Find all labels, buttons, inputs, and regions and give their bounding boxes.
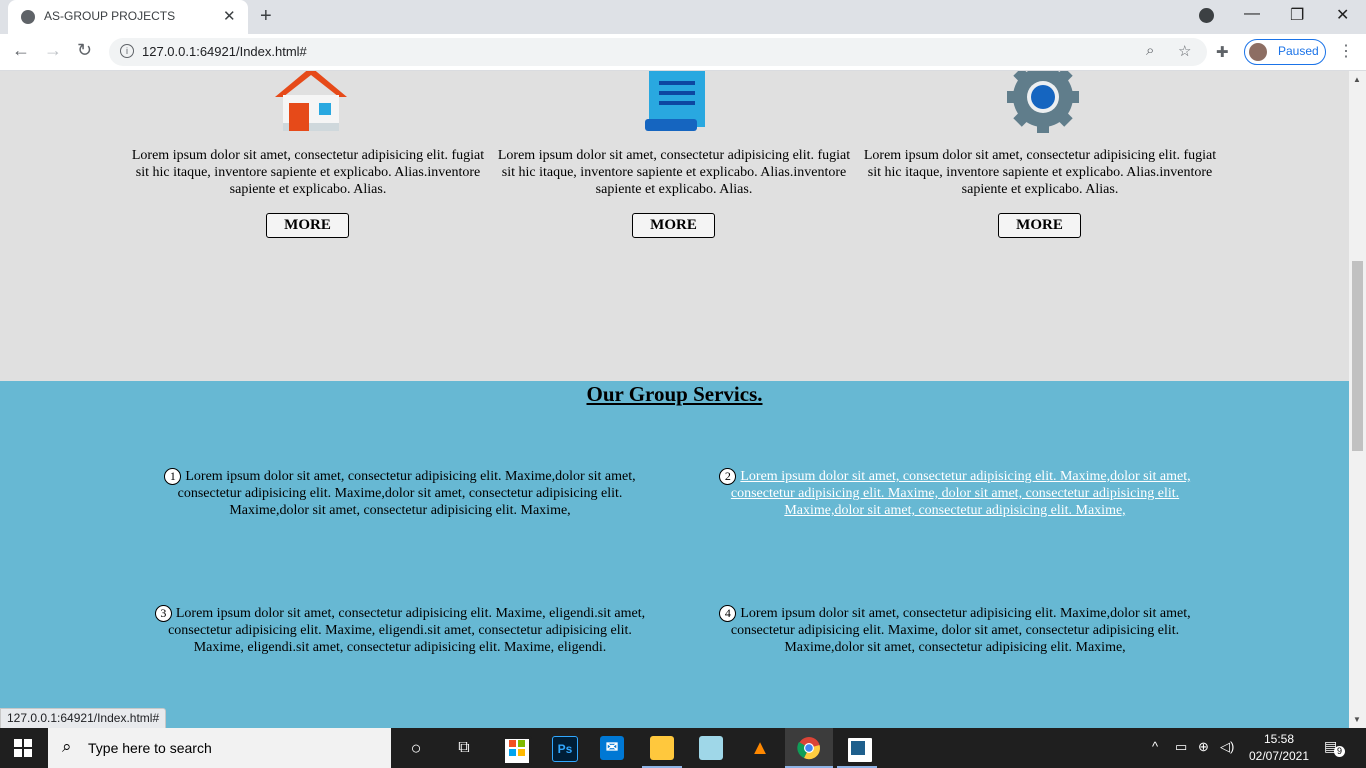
- page-viewport: Lorem ipsum dolor sit amet, consectetur …: [0, 71, 1349, 728]
- scroll-up-icon[interactable]: ▲: [1353, 75, 1361, 84]
- volume-icon[interactable]: ◁): [1220, 739, 1234, 755]
- clock[interactable]: 15:58 02/07/2021: [1246, 731, 1312, 765]
- task-view-icon[interactable]: ⧉: [452, 736, 476, 760]
- avatar: [1249, 43, 1267, 61]
- service-text: Lorem ipsum dolor sit amet, consectetur …: [168, 606, 646, 655]
- browser-titlebar: AS-GROUP PROJECTS ✕ + — ❐ ✕: [0, 0, 1366, 34]
- service-number: 3: [154, 605, 172, 622]
- minimize-icon[interactable]: —: [1244, 5, 1260, 23]
- service-number: 4: [719, 605, 737, 622]
- url-text[interactable]: 127.0.0.1:64921/Index.html#: [142, 44, 307, 59]
- browser-toolbar: ← → ↻ i 127.0.0.1:64921/Index.html# ⌕ ☆ …: [0, 34, 1366, 71]
- scrollbar-thumb[interactable]: [1352, 261, 1363, 451]
- more-button[interactable]: MORE: [632, 213, 715, 238]
- photoshop-icon[interactable]: Ps: [552, 736, 578, 762]
- windows-start-icon[interactable]: [14, 739, 32, 757]
- battery-icon[interactable]: ▭: [1175, 739, 1187, 755]
- taskbar-search[interactable]: ⌕ Type here to search: [48, 728, 391, 768]
- new-tab-icon[interactable]: +: [260, 5, 272, 28]
- back-icon[interactable]: ←: [12, 40, 30, 61]
- search-placeholder: Type here to search: [88, 740, 212, 756]
- menu-icon[interactable]: ⋮: [1338, 41, 1354, 61]
- chrome-icon[interactable]: [797, 736, 821, 760]
- notifications-icon[interactable]: ▤ 9: [1324, 738, 1345, 757]
- notification-count: 9: [1334, 746, 1345, 757]
- store-icon[interactable]: [502, 736, 532, 766]
- gear-icon: [1007, 71, 1079, 133]
- feature-text: Lorem ipsum dolor sit amet, consectetur …: [863, 148, 1217, 197]
- link-status-bar: 127.0.0.1:64921/Index.html#: [0, 708, 167, 730]
- clock-date: 02/07/2021: [1248, 749, 1310, 763]
- reload-icon[interactable]: ↻: [77, 40, 92, 61]
- services-title: Our Group Servics.: [586, 382, 763, 406]
- feature-text: Lorem ipsum dolor sit amet, consectetur …: [131, 148, 485, 197]
- info-icon[interactable]: i: [120, 44, 134, 58]
- browser-tab[interactable]: AS-GROUP PROJECTS ✕: [8, 0, 248, 34]
- service-text: Lorem ipsum dolor sit amet, consectetur …: [730, 606, 1191, 655]
- taskbar: ⌕ Type here to search ○ ⧉ Ps ✉ ▲ ^ ▭ ⊕ ◁…: [0, 728, 1366, 768]
- profile-button[interactable]: Paused: [1244, 39, 1326, 65]
- search-icon: ⌕: [62, 737, 72, 756]
- document-scroll-icon: [645, 71, 705, 131]
- cortana-icon[interactable]: ○: [404, 736, 428, 760]
- extensions-icon[interactable]: ✚: [1216, 43, 1229, 61]
- tab-title: AS-GROUP PROJECTS: [44, 9, 176, 23]
- profile-status: Paused: [1278, 44, 1319, 58]
- tab-search-icon[interactable]: [1199, 8, 1214, 23]
- network-icon[interactable]: ⊕: [1198, 739, 1209, 755]
- vlc-icon[interactable]: ▲: [748, 736, 772, 760]
- zoom-icon[interactable]: ⌕: [1146, 42, 1154, 59]
- service-number: 1: [164, 468, 182, 485]
- service-link-text[interactable]: Lorem ipsum dolor sit amet, consectetur …: [731, 469, 1191, 518]
- restore-icon[interactable]: ❐: [1290, 5, 1304, 25]
- clock-time: 15:58: [1263, 732, 1295, 746]
- globe-icon: [21, 10, 35, 24]
- close-window-icon[interactable]: ✕: [1336, 5, 1349, 25]
- house-icon: [275, 71, 347, 131]
- feature-text: Lorem ipsum dolor sit amet, consectetur …: [497, 148, 851, 197]
- services-section: Our Group Servics. 1 Lorem ipsum dolor si…: [0, 381, 1349, 728]
- close-tab-icon[interactable]: ✕: [223, 7, 236, 25]
- service-item: 3 Lorem ipsum dolor sit amet, consectetur…: [150, 605, 650, 656]
- more-button[interactable]: MORE: [998, 213, 1081, 238]
- page-scrollbar[interactable]: ▲ ▼: [1349, 71, 1366, 728]
- service-item: 4 Lorem ipsum dolor sit amet, consectetur…: [705, 605, 1205, 656]
- address-bar[interactable]: i 127.0.0.1:64921/Index.html# ⌕ ☆: [109, 38, 1207, 66]
- features-section: Lorem ipsum dolor sit amet, consectetur …: [0, 71, 1349, 381]
- service-number: 2: [719, 468, 737, 485]
- forward-icon[interactable]: →: [44, 40, 62, 61]
- bookmark-star-icon[interactable]: ☆: [1178, 42, 1191, 60]
- more-button[interactable]: MORE: [266, 213, 349, 238]
- service-text: Lorem ipsum dolor sit amet, consectetur …: [177, 469, 636, 518]
- scroll-down-icon[interactable]: ▼: [1353, 715, 1361, 724]
- service-item: 1 Lorem ipsum dolor sit amet, consectetur…: [150, 468, 650, 519]
- app-icon[interactable]: [846, 736, 874, 764]
- file-explorer-icon[interactable]: [650, 736, 674, 760]
- mail-icon[interactable]: ✉: [600, 736, 624, 760]
- app-icon[interactable]: [699, 736, 723, 760]
- show-hidden-icons-icon[interactable]: ^: [1152, 739, 1158, 754]
- service-item[interactable]: 2 Lorem ipsum dolor sit amet, consectetur…: [705, 468, 1205, 519]
